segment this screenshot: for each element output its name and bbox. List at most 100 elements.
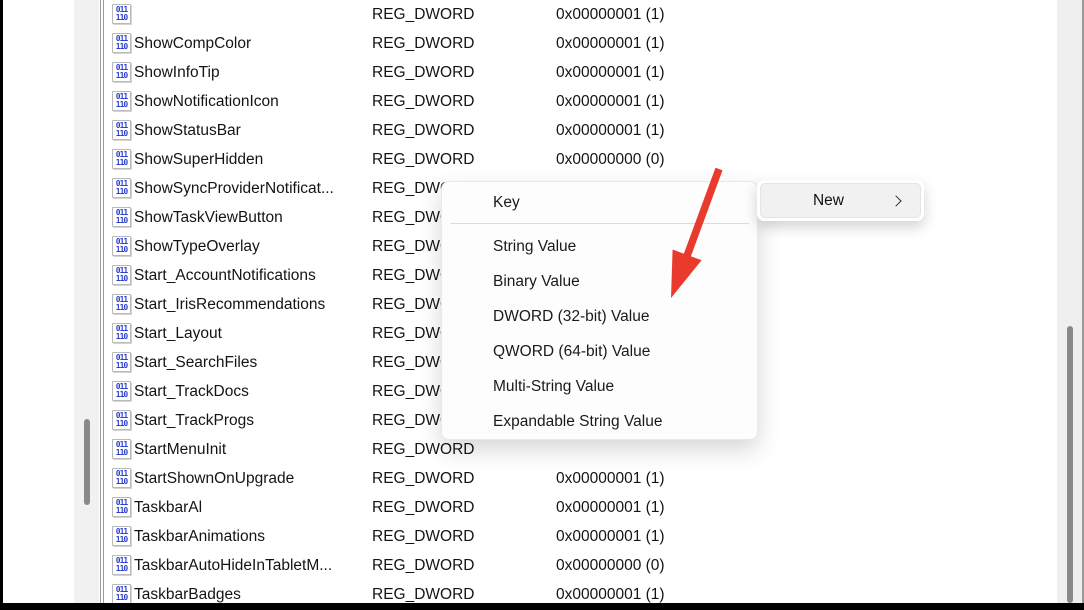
value-data: 0x00000001 (1) <box>556 499 665 517</box>
registry-value-row[interactable]: 011 110 ShowCompColor REG_DWORD 0x000000… <box>106 29 1057 58</box>
registry-value-row[interactable]: 011 110 TaskbarAnimations REG_DWORD 0x00… <box>106 522 1057 551</box>
value-name: Start_TrackDocs <box>134 383 370 401</box>
dword-icon-bits-bottom: 110 <box>116 333 127 341</box>
value-type: REG_DWORD <box>372 35 474 53</box>
value-name: StartShownOnUpgrade <box>134 470 370 488</box>
dword-icon-bits-bottom: 110 <box>116 478 127 486</box>
value-name: Start_TrackProgs <box>134 412 370 430</box>
value-name: ShowSuperHidden <box>134 151 370 169</box>
dword-value-icon: 011 110 <box>112 352 131 372</box>
registry-value-row[interactable]: 011 110 ShowStatusBar REG_DWORD 0x000000… <box>106 116 1057 145</box>
dword-value-icon: 011 110 <box>112 439 131 459</box>
dword-value-icon: 011 110 <box>112 468 131 488</box>
value-name: TaskbarAutoHideInTabletM... <box>134 557 370 575</box>
dword-icon-bits-bottom: 110 <box>116 565 127 573</box>
tree-pane <box>3 0 74 603</box>
value-type: REG_DWORD <box>372 470 474 488</box>
registry-value-row[interactable]: 011 110 ShowSuperHidden REG_DWORD 0x0000… <box>106 145 1057 174</box>
dword-value-icon: 011 110 <box>112 91 131 111</box>
list-scrollbar-thumb[interactable] <box>1067 326 1073 603</box>
value-type: REG_DWORD <box>372 122 474 140</box>
value-name: TaskbarAl <box>134 499 370 517</box>
value-name: ShowTaskViewButton <box>134 209 370 227</box>
value-name: ShowNotificationIcon <box>134 93 370 111</box>
dword-value-icon: 011 110 <box>112 497 131 517</box>
dword-icon-bits-bottom: 110 <box>116 130 127 138</box>
value-name: TaskbarAnimations <box>134 528 370 546</box>
value-data: 0x00000001 (1) <box>556 6 665 24</box>
dword-icon-bits-bottom: 110 <box>116 420 127 428</box>
value-data: 0x00000001 (1) <box>556 470 665 488</box>
menu-item-key[interactable]: Key <box>442 186 757 220</box>
value-name: ShowSyncProviderNotificat... <box>134 180 370 198</box>
dword-value-icon: 011 110 <box>112 584 131 603</box>
registry-value-row[interactable]: 011 110 TaskbarBadges REG_DWORD 0x000000… <box>106 580 1057 603</box>
dword-value-icon: 011 110 <box>112 178 131 198</box>
value-data: 0x00000000 (0) <box>556 151 665 169</box>
menu-value-items: String Value Binary Value DWORD (32-bit)… <box>442 229 757 439</box>
dword-value-icon: 011 110 <box>112 294 131 314</box>
dword-icon-bits-bottom: 110 <box>116 594 127 602</box>
new-menu-item[interactable]: New <box>760 183 921 218</box>
dword-value-icon: 011 110 <box>112 410 131 430</box>
value-type: REG_DWORD <box>372 64 474 82</box>
new-submenu: Key String Value Binary Value DWORD (32-… <box>441 181 758 440</box>
menu-item[interactable]: Expandable String Value <box>442 404 757 439</box>
dword-icon-bits-bottom: 110 <box>116 449 127 457</box>
registry-value-row[interactable]: 011 110 StartShownOnUpgrade REG_DWORD 0x… <box>106 464 1057 493</box>
value-data: 0x00000001 (1) <box>556 528 665 546</box>
value-name: TaskbarBadges <box>134 586 370 604</box>
menu-item[interactable]: QWORD (64-bit) Value <box>442 334 757 369</box>
dword-value-icon: 011 110 <box>112 265 131 285</box>
context-menu-new-panel: New <box>757 180 924 221</box>
dword-icon-bits-bottom: 110 <box>116 159 127 167</box>
menu-item[interactable]: Multi-String Value <box>442 369 757 404</box>
value-name: StartMenuInit <box>134 441 370 459</box>
menu-item[interactable]: DWORD (32-bit) Value <box>442 299 757 334</box>
value-type: REG_DWORD <box>372 499 474 517</box>
value-type: REG_DWORD <box>372 586 474 604</box>
dword-icon-bits-bottom: 110 <box>116 391 127 399</box>
value-data: 0x00000001 (1) <box>556 64 665 82</box>
registry-value-row[interactable]: 011 110 REG_DWORD 0x00000001 (1) <box>106 0 1057 29</box>
registry-value-row[interactable]: 011 110 TaskbarAl REG_DWORD 0x00000001 (… <box>106 493 1057 522</box>
value-type: REG_DWORD <box>372 151 474 169</box>
dword-value-icon: 011 110 <box>112 207 131 227</box>
dword-value-icon: 011 110 <box>112 526 131 546</box>
registry-value-row[interactable]: 011 110 TaskbarAutoHideInTabletM... REG_… <box>106 551 1057 580</box>
value-name: ShowInfoTip <box>134 64 370 82</box>
tree-scrollbar-thumb[interactable] <box>84 419 90 505</box>
value-name: ShowTypeOverlay <box>134 238 370 256</box>
dword-icon-bits-bottom: 110 <box>116 217 127 225</box>
dword-value-icon: 011 110 <box>112 555 131 575</box>
dword-icon-bits-bottom: 110 <box>116 304 127 312</box>
pane-splitter[interactable] <box>100 0 104 603</box>
dword-icon-bits-bottom: 110 <box>116 101 127 109</box>
value-type: REG_DWORD <box>372 441 474 459</box>
dword-icon-bits-bottom: 110 <box>116 507 127 515</box>
value-data: 0x00000001 (1) <box>556 586 665 604</box>
dword-icon-bits-bottom: 110 <box>116 14 127 22</box>
dword-value-icon: 011 110 <box>112 62 131 82</box>
registry-value-row[interactable]: 011 110 ShowNotificationIcon REG_DWORD 0… <box>106 87 1057 116</box>
tree-scrollbar-track[interactable] <box>74 0 99 603</box>
dword-icon-bits-bottom: 110 <box>116 43 127 51</box>
value-name: Start_Layout <box>134 325 370 343</box>
window-border-left <box>0 0 3 610</box>
menu-item[interactable]: Binary Value <box>442 264 757 299</box>
menu-item[interactable]: String Value <box>442 229 757 264</box>
dword-value-icon: 011 110 <box>112 381 131 401</box>
dword-icon-bits-bottom: 110 <box>116 188 127 196</box>
value-name: ShowStatusBar <box>134 122 370 140</box>
value-type: REG_DWORD <box>372 6 474 24</box>
registry-value-row[interactable]: 011 110 ShowInfoTip REG_DWORD 0x00000001… <box>106 58 1057 87</box>
new-menu-label: New <box>813 192 844 210</box>
value-name: ShowCompColor <box>134 35 370 53</box>
value-type: REG_DWORD <box>372 528 474 546</box>
dword-icon-bits-bottom: 110 <box>116 72 127 80</box>
dword-icon-bits-bottom: 110 <box>116 275 127 283</box>
dword-icon-bits-bottom: 110 <box>116 362 127 370</box>
dword-value-icon: 011 110 <box>112 120 131 140</box>
dword-value-icon: 011 110 <box>112 323 131 343</box>
window-border-bottom <box>0 603 1084 610</box>
